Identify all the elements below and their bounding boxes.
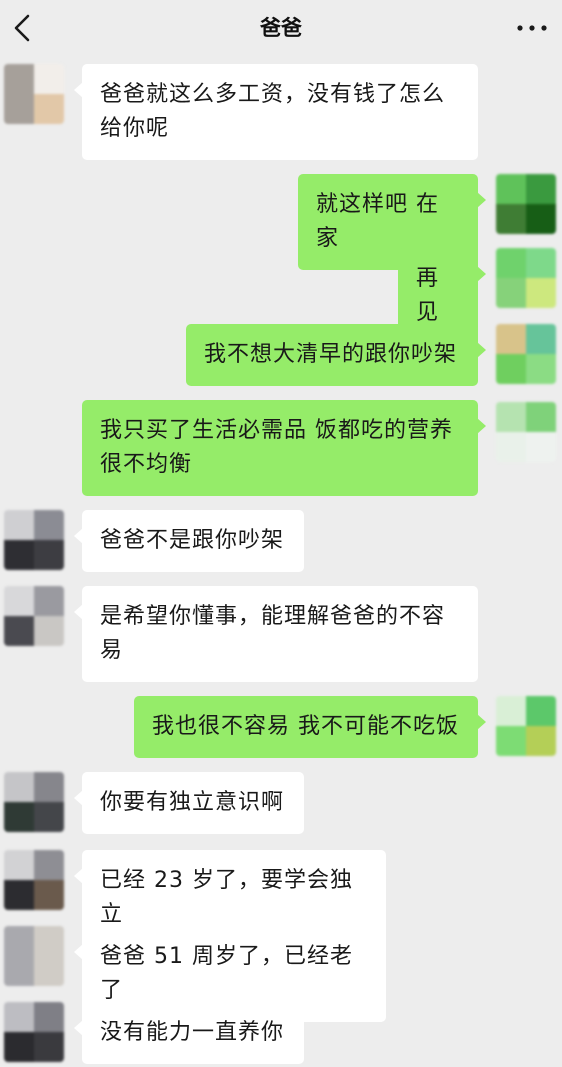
message-bubble[interactable]: 爸爸不是跟你吵架 xyxy=(74,510,304,572)
contact-avatar[interactable] xyxy=(4,772,64,832)
user-avatar[interactable] xyxy=(496,324,556,384)
user-avatar[interactable] xyxy=(496,174,556,234)
message-bubble[interactable]: 是希望你懂事，能理解爸爸的不容易 xyxy=(74,586,478,682)
contact-avatar[interactable] xyxy=(4,64,64,124)
more-options-button[interactable] xyxy=(512,12,552,44)
contact-avatar[interactable] xyxy=(4,926,64,986)
user-avatar[interactable] xyxy=(496,402,556,462)
contact-avatar[interactable] xyxy=(4,1002,64,1062)
chat-title: 爸爸 xyxy=(260,16,302,40)
user-avatar[interactable] xyxy=(496,248,556,308)
chat-header: 爸爸 xyxy=(0,0,562,56)
chat-message-list[interactable]: 爸爸就这么多工资，没有钱了怎么给你呢 就这样吧 在家 再见 我不想大清早的跟你吵… xyxy=(0,56,562,1067)
message-bubble[interactable]: 我也很不容易 我不可能不吃饭 xyxy=(134,696,486,758)
contact-avatar[interactable] xyxy=(4,586,64,646)
user-avatar[interactable] xyxy=(496,696,556,756)
message-bubble[interactable]: 我不想大清早的跟你吵架 xyxy=(186,324,486,386)
message-bubble[interactable]: 你要有独立意识啊 xyxy=(74,772,304,834)
message-bubble[interactable]: 爸爸就这么多工资，没有钱了怎么给你呢 xyxy=(74,64,478,160)
contact-avatar[interactable] xyxy=(4,510,64,570)
more-dots-icon xyxy=(517,25,547,31)
message-bubble[interactable]: 我只买了生活必需品 饭都吃的营养很不均衡 xyxy=(82,400,486,496)
message-bubble[interactable]: 没有能力一直养你 xyxy=(74,1002,304,1064)
contact-avatar[interactable] xyxy=(4,850,64,910)
